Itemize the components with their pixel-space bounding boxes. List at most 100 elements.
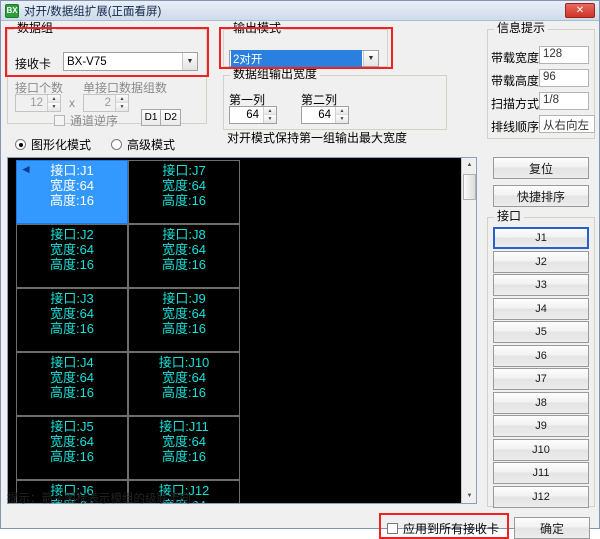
column2-spin-buttons[interactable]: ▲ ▼ (335, 107, 348, 123)
channel-reverse-label: 通道逆序 (70, 114, 119, 128)
column1-width-stepper[interactable]: 64 ▲ ▼ (229, 106, 277, 124)
load-height-label: 带载高度 (491, 74, 540, 88)
port-button-j4[interactable]: J4 (493, 297, 589, 320)
card-port-label: 接口:J1 (50, 163, 94, 178)
wiring-order-value: 从右向左 (539, 115, 595, 133)
card-port-label: 接口:J7 (162, 163, 206, 178)
port-count-stepper[interactable]: 12 ▲ ▼ (15, 94, 61, 112)
receiver-card-select[interactable]: BX-V75 ▼ (63, 52, 198, 71)
d1-button[interactable]: D1 (141, 109, 161, 126)
close-icon[interactable]: ✕ (565, 3, 595, 18)
channel-reverse-checkbox[interactable]: 通道逆序 (54, 112, 118, 129)
card-height-label: 高度:16 (161, 449, 207, 464)
module-card-j10[interactable]: 接口:J10 宽度:64 高度:16 (128, 352, 240, 416)
window-title: 对开/数据组扩展(正面看屏) (24, 5, 162, 18)
quick-sort-button[interactable]: 快捷排序 (493, 185, 589, 207)
port-count-value: 12 (30, 97, 43, 109)
port-button-j6[interactable]: J6 (493, 344, 589, 367)
card-port-label: 接口:J5 (50, 419, 94, 434)
app-logo-icon: BX (5, 3, 19, 18)
spin-down-icon[interactable]: ▼ (116, 103, 128, 111)
output-width-note: 对开模式保持第一组输出最大宽度 (227, 131, 408, 145)
port-button-j1[interactable]: J1 (493, 227, 589, 249)
title-bar: BX 对开/数据组扩展(正面看屏) ✕ (1, 1, 599, 21)
card-port-label: 接口:J4 (50, 355, 94, 370)
spin-down-icon[interactable]: ▼ (336, 115, 348, 123)
card-width-label: 宽度:64 (49, 178, 95, 193)
card-width-label: 宽度:64 (161, 306, 207, 321)
reset-button[interactable]: 复位 (493, 157, 589, 179)
port-button-j10[interactable]: J10 (493, 438, 589, 461)
module-card-j2[interactable]: 接口:J2 宽度:64 高度:16 (16, 224, 128, 288)
chevron-down-icon: ▼ (363, 51, 378, 66)
wiring-order-label: 排线顺序 (491, 120, 540, 134)
module-card-j4[interactable]: 接口:J4 宽度:64 高度:16 (16, 352, 128, 416)
module-card-j8[interactable]: 接口:J8 宽度:64 高度:16 (128, 224, 240, 288)
port-button-j2[interactable]: J2 (493, 250, 589, 273)
spin-up-icon[interactable]: ▲ (116, 95, 128, 103)
groups-per-port-spin-buttons[interactable]: ▲ ▼ (115, 95, 128, 111)
chevron-down-icon: ▼ (182, 53, 197, 70)
spin-down-icon[interactable]: ▼ (48, 103, 60, 111)
card-width-label: 宽度:64 (49, 370, 95, 385)
module-card-j5[interactable]: 接口:J5 宽度:64 高度:16 (16, 416, 128, 480)
groups-per-port-stepper[interactable]: 2 ▲ ▼ (83, 94, 129, 112)
module-card-j7[interactable]: 接口:J7 宽度:64 高度:16 (128, 160, 240, 224)
module-card-j9[interactable]: 接口:J9 宽度:64 高度:16 (128, 288, 240, 352)
port-button-j5[interactable]: J5 (493, 321, 589, 343)
canvas-card-area[interactable]: ◄ 接口:J1 宽度:64 高度:16 接口:J2 宽度:64 高度:16 接口:J3 宽度:6… (8, 158, 461, 503)
spin-up-icon[interactable]: ▲ (336, 107, 348, 115)
card-port-label: 接口:J3 (50, 291, 94, 306)
dialog-window: BX 对开/数据组扩展(正面看屏) ✕ 数据组 接收卡 BX-V75 ▼ 接口个… (0, 0, 600, 539)
output-mode-legend: 输出模式 (230, 22, 285, 34)
port-button-j11[interactable]: J11 (493, 462, 589, 484)
spin-down-icon[interactable]: ▼ (264, 115, 276, 123)
card-height-label: 高度:16 (49, 257, 95, 272)
cascade-arrow-icon: ◄ (20, 162, 32, 176)
port-button-j7[interactable]: J7 (493, 368, 589, 390)
card-port-label: 接口:J9 (162, 291, 206, 306)
port-button-j3[interactable]: J3 (493, 274, 589, 296)
info-panel-legend: 信息提示 (494, 22, 549, 34)
port-button-j12[interactable]: J12 (493, 485, 589, 508)
column1-width-value: 64 (246, 109, 259, 121)
module-card-j11[interactable]: 接口:J11 宽度:64 高度:16 (128, 416, 240, 480)
card-width-label: 宽度:64 (161, 242, 207, 257)
card-height-label: 高度:16 (49, 449, 95, 464)
spin-up-icon[interactable]: ▲ (48, 95, 60, 103)
advanced-mode-radio[interactable]: 高级模式 (111, 136, 175, 153)
card-port-label: 接口:J11 (159, 419, 209, 434)
port-button-j9[interactable]: J9 (493, 415, 589, 437)
module-card-j1[interactable]: ◄ 接口:J1 宽度:64 高度:16 (16, 160, 128, 224)
card-width-label: 宽度:64 (49, 242, 95, 257)
scrollbar-thumb[interactable] (463, 174, 476, 200)
checkbox-box (54, 115, 65, 126)
groups-per-port-value: 2 (104, 97, 111, 109)
card-height-label: 高度:16 (161, 257, 207, 272)
card-height-label: 高度:16 (49, 385, 95, 400)
output-mode-value: 2对开 (231, 49, 362, 68)
canvas-vertical-scrollbar[interactable]: ▲ ▼ (461, 158, 476, 503)
port-count-spin-buttons[interactable]: ▲ ▼ (47, 95, 60, 111)
card-height-label: 高度:16 (161, 193, 207, 208)
module-card-j3[interactable]: 接口:J3 宽度:64 高度:16 (16, 288, 128, 352)
output-mode-select[interactable]: 2对开 ▼ (229, 49, 379, 68)
load-width-value: 128 (539, 46, 589, 64)
ok-button[interactable]: 确定 (514, 517, 590, 539)
column2-width-value: 64 (318, 109, 331, 121)
graphic-mode-radio[interactable]: 图形化模式 (15, 136, 91, 153)
radio-dot (111, 139, 122, 150)
scroll-down-icon[interactable]: ▼ (462, 489, 476, 503)
card-port-label: 接口:J10 (158, 355, 210, 370)
column2-width-stepper[interactable]: 64 ▲ ▼ (301, 106, 349, 124)
load-height-value: 96 (539, 69, 589, 87)
card-height-label: 高度:16 (161, 385, 207, 400)
spin-up-icon[interactable]: ▲ (264, 107, 276, 115)
multiply-symbol: x (69, 96, 75, 110)
scroll-up-icon[interactable]: ▲ (462, 158, 476, 172)
column1-spin-buttons[interactable]: ▲ ▼ (263, 107, 276, 123)
output-width-legend: 数据组输出宽度 (230, 68, 321, 80)
port-button-j8[interactable]: J8 (493, 391, 589, 414)
module-layout-canvas[interactable]: ◄ 接口:J1 宽度:64 高度:16 接口:J2 宽度:64 高度:16 接口:J3 宽度:6… (7, 157, 477, 504)
d2-button[interactable]: D2 (161, 109, 181, 126)
